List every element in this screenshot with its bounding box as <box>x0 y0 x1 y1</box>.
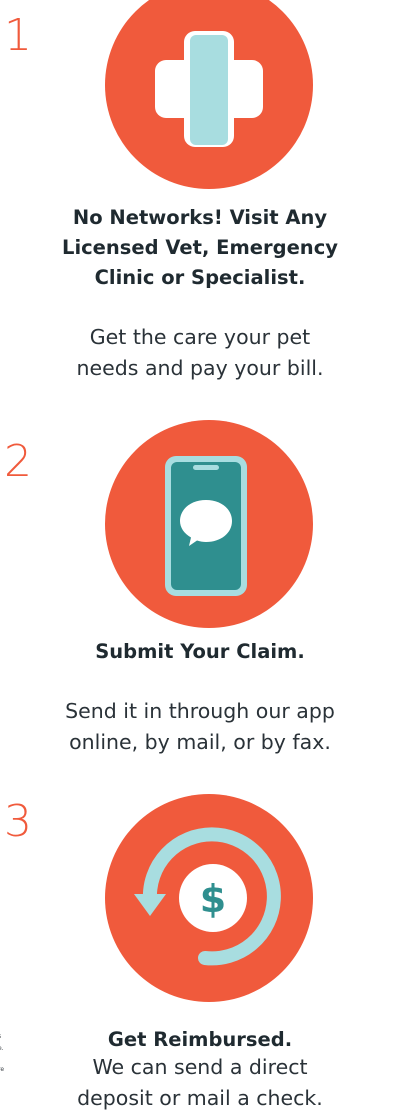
footnote-fragment: e. <box>0 1045 4 1052</box>
step-1-circle <box>105 0 313 189</box>
step-3-description: We can send a direct deposit or mail a c… <box>20 1052 380 1114</box>
step-2-heading-line: Submit Your Claim. <box>95 640 305 663</box>
footnote-fragment: s <box>0 1031 12 1042</box>
step-1-description-line: Get the care your pet <box>89 325 311 349</box>
how-it-works-page: 1 No Networks! Visit Any Licensed Vet, E… <box>0 0 401 1118</box>
step-3-heading-line: Get Reimbursed. <box>107 1028 293 1051</box>
footnote-fragment: re <box>0 1066 5 1073</box>
step-1-heading-line: Licensed Vet, Emergency <box>62 236 338 259</box>
dollar-sign: $ <box>200 877 226 921</box>
phone-chat-icon <box>105 420 313 628</box>
step-1-heading: No Networks! Visit Any Licensed Vet, Eme… <box>20 203 380 293</box>
step-1-heading-line: Clinic or Specialist. <box>94 266 306 289</box>
step-3-heading: Get Reimbursed. <box>20 1025 380 1055</box>
medical-cross-icon <box>105 0 313 189</box>
step-3-circle: $ <box>105 794 313 1002</box>
step-1-heading-line: No Networks! Visit Any <box>72 206 328 229</box>
step-3-description-line: We can send a direct <box>92 1055 308 1079</box>
step-2-circle <box>105 420 313 628</box>
step-2-description: Send it in through our app online, by ma… <box>20 696 380 758</box>
step-number-3: 3 <box>4 796 32 847</box>
step-2-heading: Submit Your Claim. <box>20 637 380 667</box>
step-1-description-line: needs and pay your bill. <box>76 356 324 380</box>
step-1-description: Get the care your pet needs and pay your… <box>20 322 380 384</box>
dollar-refund-icon: $ <box>105 794 313 1002</box>
step-3-description-line: deposit or mail a check. <box>77 1086 323 1110</box>
step-2-description-line: online, by mail, or by fax. <box>69 730 331 754</box>
step-number-1: 1 <box>4 10 32 61</box>
step-number-2: 2 <box>4 436 32 487</box>
step-2-description-line: Send it in through our app <box>65 699 335 723</box>
